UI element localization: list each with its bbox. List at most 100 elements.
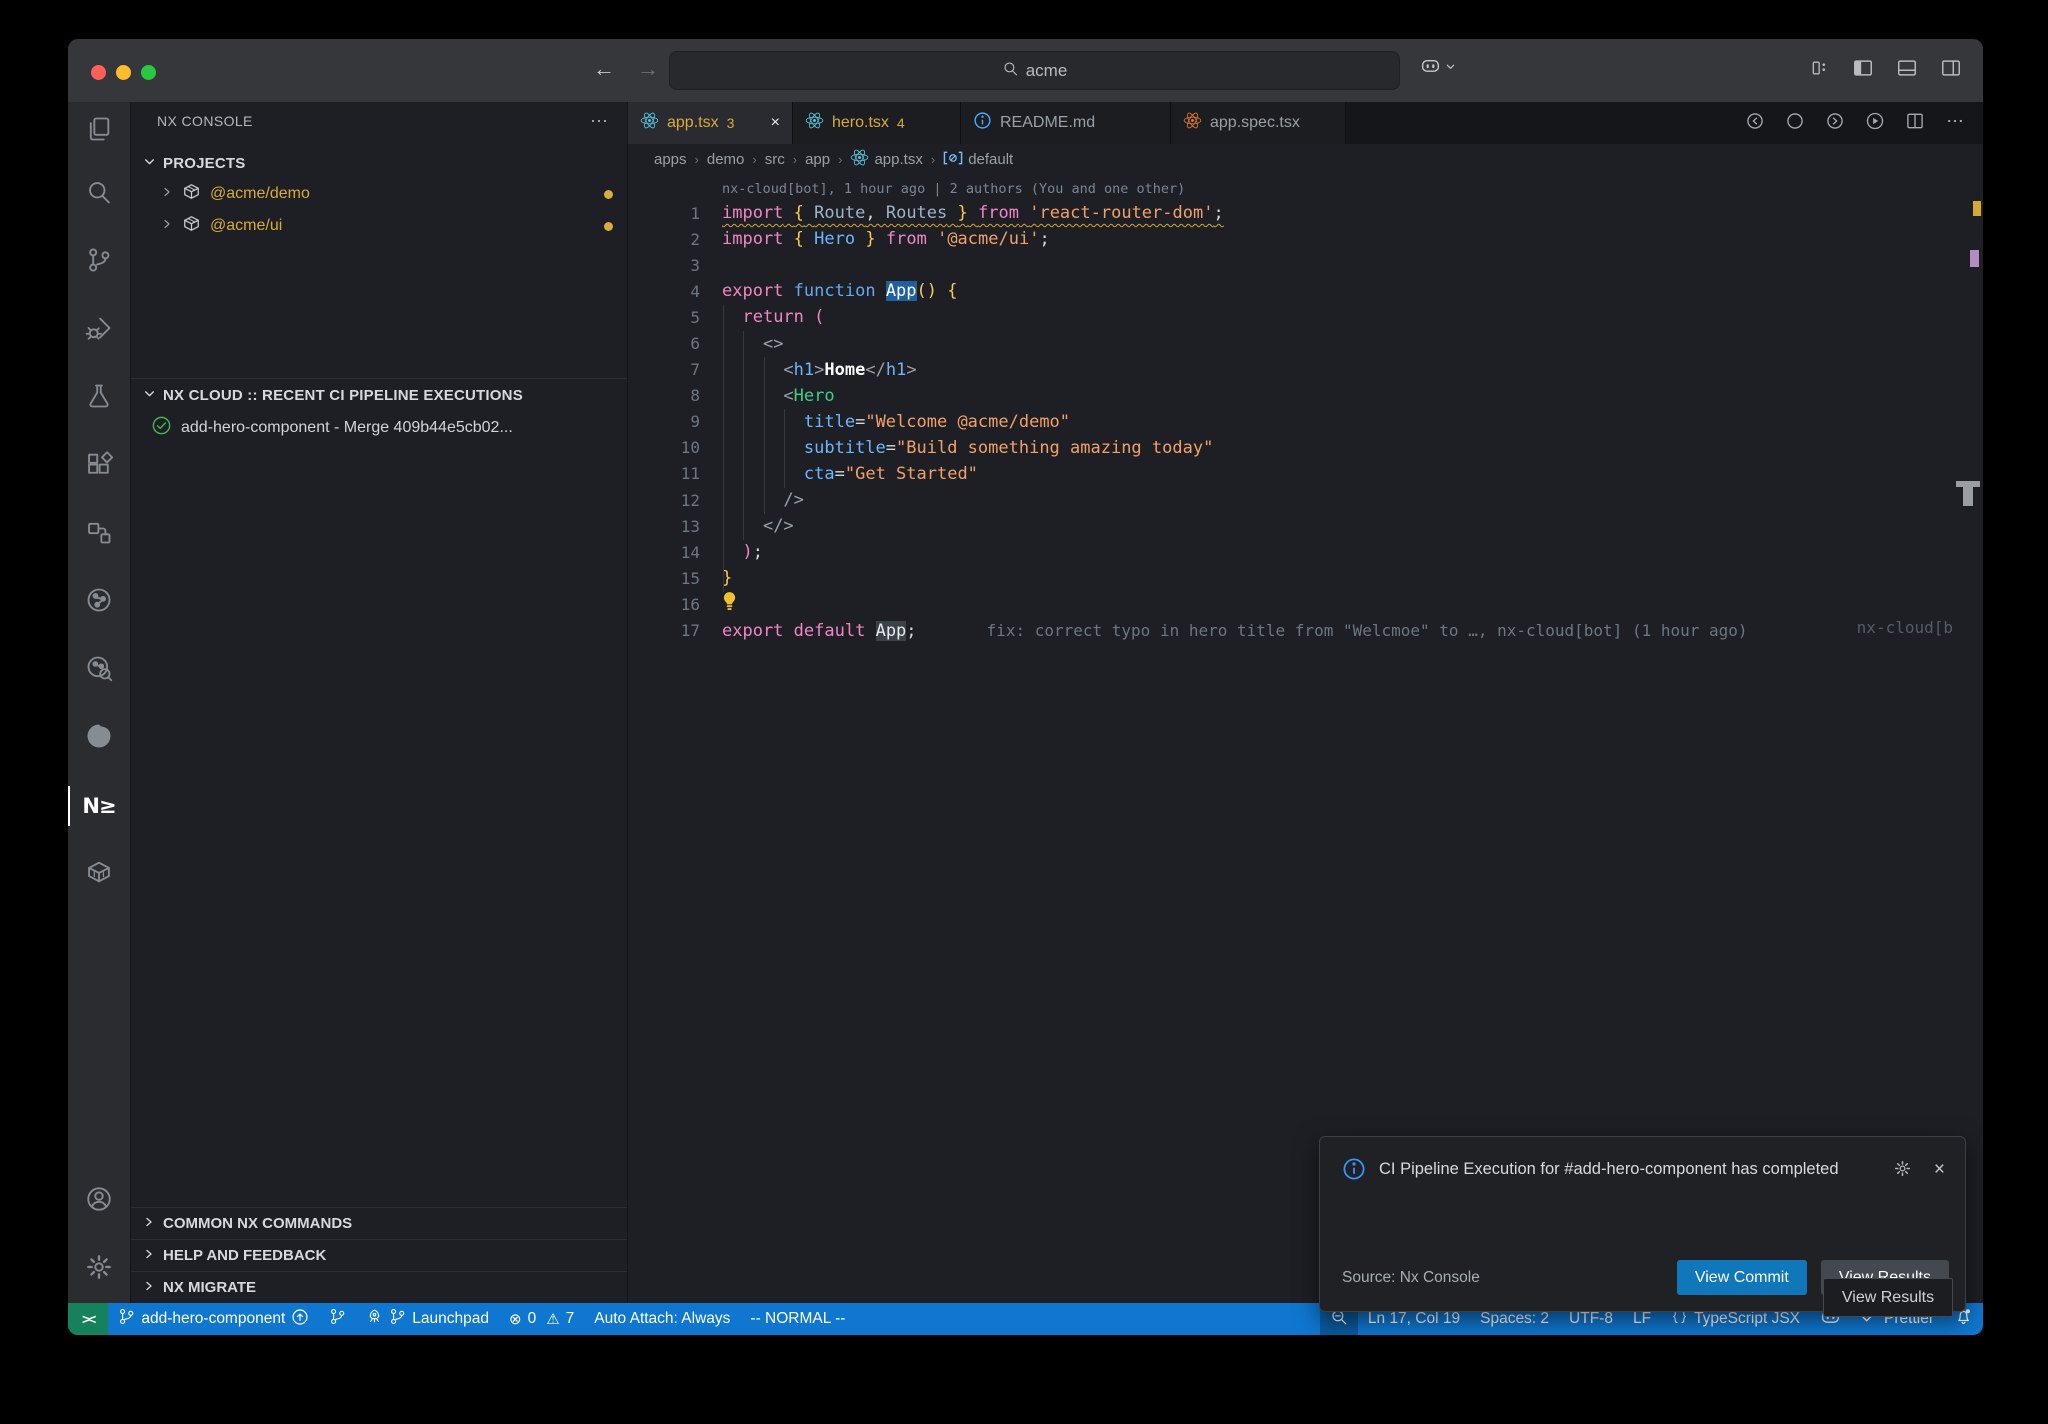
traffic-lights — [91, 65, 156, 80]
breadcrumb-item-app.tsx[interactable]: app.tsx — [850, 148, 922, 171]
breadcrumb-item-app[interactable]: app — [805, 151, 830, 168]
ruler-mark-change — [1970, 250, 1979, 267]
code-line-2: 2import { Hero } from '@acme/ui'; — [628, 226, 1983, 252]
line-number: 11 — [628, 464, 700, 483]
line-content: } — [700, 568, 732, 588]
activity-item-nx-cloud-inspect[interactable] — [68, 636, 130, 704]
tab-hero.tsx[interactable]: hero.tsx4 — [793, 102, 961, 144]
toggle-sidebar-icon[interactable] — [1852, 57, 1874, 79]
code-line-13: 13 </> — [628, 513, 1983, 539]
circle-graph-search-icon — [85, 654, 113, 687]
run-icon[interactable] — [1865, 111, 1885, 136]
view-commit-button[interactable]: View Commit — [1677, 1260, 1807, 1295]
breadcrumb-item-demo[interactable]: demo — [707, 151, 745, 168]
close-window-button[interactable] — [91, 65, 106, 80]
tab-label: app.spec.tsx — [1210, 114, 1300, 132]
section-help-and-feedback[interactable]: HELP AND FEEDBACK — [131, 1239, 627, 1271]
activity-item-source-control[interactable] — [68, 228, 130, 296]
section-common-nx-commands[interactable]: COMMON NX COMMANDS — [131, 1207, 627, 1239]
breadcrumb-item-default[interactable]: default — [943, 150, 1013, 170]
more-actions-icon[interactable] — [1945, 111, 1965, 136]
sidebar-title: NX CONSOLE — [157, 113, 253, 129]
customize-layout-icon[interactable] — [1810, 58, 1830, 78]
activity-item-accounts[interactable] — [68, 1167, 130, 1235]
titlebar: ← → acme — [68, 39, 1983, 102]
status-git-branch[interactable]: add-hero-component — [108, 1303, 319, 1335]
status-auto-attach[interactable]: Auto Attach: Always — [584, 1303, 740, 1335]
split-editor-icon[interactable] — [1905, 111, 1925, 136]
lightbulb-icon[interactable] — [722, 592, 737, 616]
git-branch-icon — [85, 246, 113, 279]
activity-item-run-and-debug[interactable] — [68, 296, 130, 364]
package-icon — [182, 182, 201, 206]
activity-item-containers[interactable] — [68, 840, 130, 908]
debug-icon — [85, 314, 113, 347]
line-content: export default App;fix: correct typo in … — [700, 621, 1748, 641]
code-line-10: 10 subtitle="Build something amazing tod… — [628, 435, 1983, 461]
info-icon — [973, 111, 992, 135]
status-gitlens-branch[interactable] — [319, 1303, 356, 1335]
status-label: add-hero-component — [141, 1310, 285, 1328]
section-projects[interactable]: PROJECTS — [131, 148, 627, 178]
project-item[interactable]: @acme/demo — [131, 178, 627, 210]
breadcrumb-item-apps[interactable]: apps — [654, 151, 687, 168]
status-remote-indicator[interactable]: >< — [68, 1303, 108, 1335]
copilot-menu-button[interactable] — [1420, 55, 1456, 81]
breadcrumb-separator: › — [931, 152, 935, 167]
layout-controls — [1810, 57, 1962, 79]
status-vim-mode[interactable]: -- NORMAL -- — [740, 1303, 855, 1335]
next-change-icon[interactable] — [1825, 111, 1845, 136]
close-tab-icon[interactable]: × — [771, 114, 780, 132]
activity-item-extensions[interactable] — [68, 432, 130, 500]
code-editor[interactable]: nx-cloud[bot], 1 hour ago | 2 authors (Y… — [628, 175, 1983, 1303]
prev-change-icon[interactable] — [1745, 111, 1765, 136]
toggle-panel-icon[interactable] — [1896, 57, 1918, 79]
activity-item-edge-browser[interactable] — [68, 704, 130, 772]
maximize-window-button[interactable] — [141, 65, 156, 80]
command-center-search[interactable]: acme — [669, 51, 1400, 90]
more-actions-icon[interactable]: ⋯ — [590, 111, 609, 132]
notification-settings-gear-icon[interactable] — [1893, 1159, 1912, 1183]
activity-item-explorer[interactable] — [68, 102, 130, 160]
activity-item-search[interactable] — [68, 160, 130, 228]
forward-arrow-icon[interactable]: → — [637, 56, 659, 82]
errors-icon: ⊗ — [509, 1310, 522, 1328]
minimize-window-button[interactable] — [116, 65, 131, 80]
project-item[interactable]: @acme/ui — [131, 210, 627, 242]
line-content: /> — [700, 490, 804, 510]
tab-README.md[interactable]: README.md — [961, 102, 1171, 144]
code-line-14: 14 ); — [628, 539, 1983, 565]
chevron-right-icon — [143, 1215, 155, 1232]
notification-close-icon[interactable]: × — [1934, 1159, 1945, 1181]
indent-guide — [784, 409, 785, 488]
circle-icon[interactable] — [1785, 111, 1805, 136]
tab-app.spec.tsx[interactable]: app.spec.tsx — [1171, 102, 1346, 144]
toggle-secondary-sidebar-icon[interactable] — [1940, 57, 1962, 79]
section-nx-cloud[interactable]: NX CLOUD :: RECENT CI PIPELINE EXECUTION… — [131, 378, 627, 412]
view-results-tooltip: View Results — [1823, 1278, 1953, 1317]
back-arrow-icon[interactable]: ← — [593, 56, 615, 82]
status-launchpad[interactable]: Launchpad — [356, 1303, 499, 1335]
code-line-11: 11 cta="Get Started" — [628, 461, 1983, 487]
activity-item-testing[interactable] — [68, 364, 130, 432]
line-number: 6 — [628, 334, 700, 353]
tab-bar: app.tsx3×hero.tsx4README.md app.spec.tsx — [628, 102, 1983, 144]
status-problems[interactable]: ⊗0⚠7 — [499, 1303, 584, 1335]
tab-app.tsx[interactable]: app.tsx3× — [628, 102, 793, 144]
activity-item-settings[interactable] — [68, 1235, 130, 1303]
circle-graph-icon — [85, 586, 113, 619]
line-number: 1 — [628, 204, 700, 223]
activity-item-nx-cloud-graph[interactable] — [68, 568, 130, 636]
pipeline-execution-item[interactable]: add-hero-component - Merge 409b44e5cb02.… — [131, 412, 627, 444]
beaker-icon — [85, 382, 113, 415]
history-nav: ← → — [593, 56, 659, 82]
react-blue-icon — [850, 148, 869, 171]
info-icon — [1342, 1157, 1366, 1186]
section-nx-migrate[interactable]: NX MIGRATE — [131, 1271, 627, 1303]
status-label: UTF-8 — [1569, 1310, 1613, 1328]
code-line-7: 7 <h1>Home</h1> — [628, 357, 1983, 383]
activity-item-references[interactable] — [68, 500, 130, 568]
line-content: return ( — [700, 307, 824, 327]
activity-item-nx-console[interactable]: N≥ — [68, 772, 130, 840]
breadcrumb-item-src[interactable]: src — [765, 151, 785, 168]
